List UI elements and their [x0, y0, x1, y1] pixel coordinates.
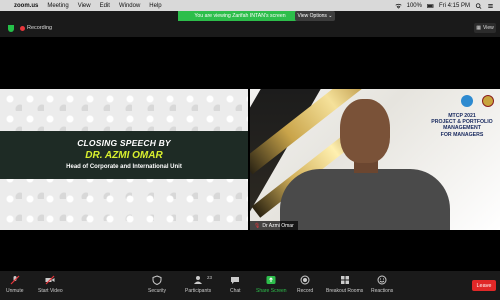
security-label: Security [148, 288, 167, 294]
video-camera-off-icon [45, 275, 55, 285]
macos-menubar: zoom.us Meeting View Edit Window Help 10… [0, 0, 500, 11]
view-options-label: View Options [297, 13, 327, 19]
meeting-toolbar: Unmute Start Video Security Participants… [0, 271, 500, 300]
participants-icon [194, 276, 203, 284]
program-title: MTCP 2021 PROJECT & PORTFOLIO MANAGEMENT… [430, 113, 494, 138]
breakout-rooms-icon [340, 276, 349, 284]
chat-bubble-icon [231, 277, 240, 284]
shield-icon [152, 275, 162, 285]
chat-button[interactable]: Chat [230, 275, 241, 294]
chevron-down-icon: ⌄ [326, 13, 333, 19]
reactions-button[interactable]: Reactions [371, 275, 393, 294]
unmute-button[interactable]: Unmute [6, 275, 24, 294]
breakout-rooms-label: Breakout Rooms [326, 288, 364, 294]
recording-label: Recording [27, 25, 53, 31]
chat-label: Chat [230, 288, 241, 294]
battery-icon[interactable] [426, 3, 434, 9]
search-icon[interactable] [475, 2, 482, 9]
security-button[interactable]: Security [148, 275, 166, 294]
microphone-muted-icon [10, 275, 20, 285]
view-button-label: View [482, 25, 494, 31]
speaker-shirt [280, 169, 450, 230]
mtcp-logo-icon [461, 95, 473, 107]
slide-speaker-name: DR. AZMI OMAR [85, 150, 163, 161]
encryption-shield-icon[interactable] [8, 25, 14, 32]
breakout-rooms-button[interactable]: Breakout Rooms [326, 275, 363, 294]
slide-title: CLOSING SPEECH BY [77, 138, 171, 148]
meeting-top-bar [0, 21, 500, 37]
participant-name-tag: 🎙 Dr Azmi Omar [250, 221, 298, 230]
menu-meeting[interactable]: Meeting [47, 3, 68, 9]
start-video-button[interactable]: Start Video [38, 275, 63, 294]
unmute-label: Unmute [6, 288, 24, 294]
reactions-label: Reactions [371, 288, 394, 294]
speaker-video-tile[interactable]: MTCP 2021 PROJECT & PORTFOLIO MANAGEMENT… [250, 89, 500, 230]
record-button[interactable]: Record [297, 275, 313, 294]
control-center-icon[interactable] [487, 3, 494, 9]
menu-edit[interactable]: Edit [100, 3, 110, 9]
participants-count: 23 [207, 275, 213, 280]
participants-label: Participants [185, 288, 212, 294]
program-line: FOR MANAGERS [440, 131, 484, 138]
wifi-icon[interactable] [395, 3, 402, 9]
smiley-icon [377, 275, 387, 285]
institution-seal-icon [482, 95, 494, 107]
share-screen-button[interactable]: Share Screen [256, 275, 287, 294]
record-icon [300, 275, 310, 285]
participants-button[interactable]: Participants 23 [185, 275, 213, 294]
menu-help[interactable]: Help [149, 3, 161, 9]
slide-title-band: CLOSING SPEECH BY DR. AZMI OMAR Head of … [0, 131, 248, 179]
screen-share-banner: You are viewing Zarifah INTAN's screen [178, 11, 302, 21]
menu-view[interactable]: View [78, 3, 91, 9]
menu-window[interactable]: Window [119, 3, 140, 9]
menubar-clock[interactable]: Fri 4:15 PM [439, 3, 470, 9]
slide-speaker-role: Head of Corporate and International Unit [66, 164, 182, 170]
share-screen-label: Share Screen [256, 288, 287, 294]
menubar-status-area: 100% Fri 4:15 PM [395, 0, 494, 11]
mic-muted-icon: 🎙 [254, 222, 261, 229]
menu-app-name[interactable]: zoom.us [14, 3, 38, 9]
speaker-head [340, 99, 390, 163]
record-label: Record [297, 288, 314, 294]
leave-button[interactable]: Leave [472, 280, 496, 291]
view-options-button[interactable]: View Options ⌄ [295, 11, 335, 21]
recording-dot-icon [20, 26, 25, 31]
participant-name: Dr Azmi Omar [262, 222, 294, 229]
share-screen-icon [266, 276, 276, 284]
battery-percent: 100% [406, 2, 422, 9]
presentation-slide: CLOSING SPEECH BY DR. AZMI OMAR Head of … [0, 89, 248, 230]
start-video-label: Start Video [38, 288, 63, 294]
grid-icon: ▦ [476, 25, 481, 31]
view-button[interactable]: ▦ View [474, 23, 496, 33]
